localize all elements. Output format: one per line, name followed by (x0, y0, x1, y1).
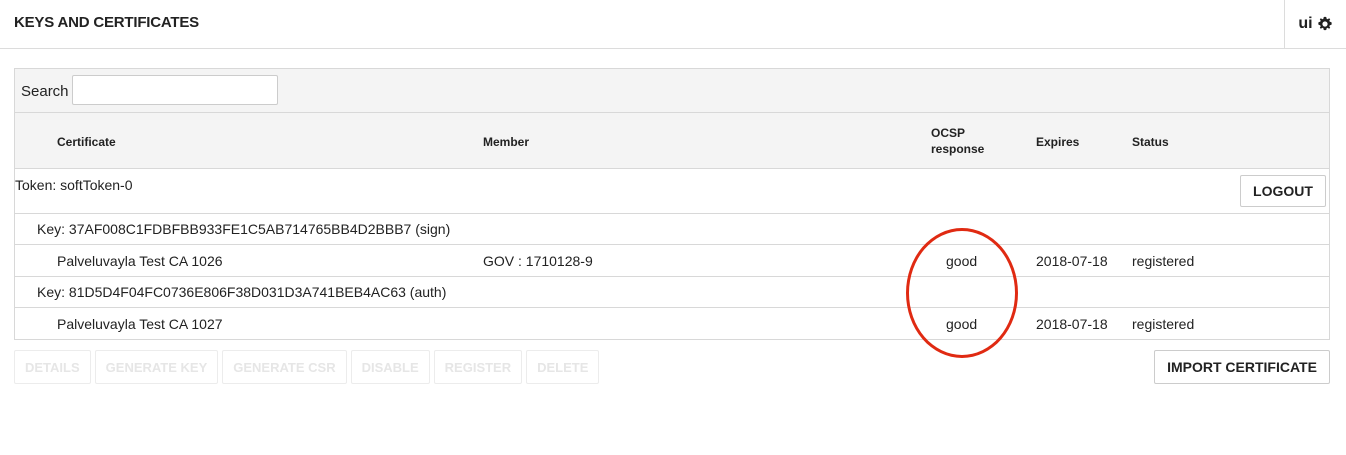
certificate-status: registered (1132, 316, 1195, 332)
column-header-member[interactable]: Member (483, 135, 529, 149)
token-row[interactable]: Token: softToken-0 LOGOUT (15, 169, 1329, 214)
certificate-expires: 2018-07-18 (1036, 253, 1108, 269)
certificate-status: registered (1132, 253, 1195, 269)
certificate-name: Palveluvayla Test CA 1027 (57, 316, 223, 332)
logout-button[interactable]: LOGOUT (1240, 175, 1326, 207)
key-row[interactable]: Key: 37AF008C1FDBFBB933FE1C5AB714765BB4D… (15, 214, 1329, 245)
search-label: Search (21, 83, 69, 100)
column-header-expires[interactable]: Expires (1036, 135, 1079, 149)
user-name: ui (1298, 15, 1313, 32)
generate-csr-button[interactable]: GENERATE CSR (222, 350, 347, 384)
action-bar: DETAILS GENERATE KEY GENERATE CSR DISABL… (14, 350, 600, 384)
column-header-ocsp[interactable]: OCSP response (931, 125, 991, 157)
key-label: Key: 37AF008C1FDBFBB933FE1C5AB714765BB4D… (37, 221, 451, 237)
user-menu[interactable]: ui (1284, 0, 1346, 48)
key-label: Key: 81D5D4F04FC0736E806F38D031D3A741BEB… (37, 284, 447, 300)
keys-panel: Search Certificate Member OCSP response … (14, 68, 1330, 340)
certificate-member: GOV : 1710128-9 (483, 253, 593, 269)
certificate-row[interactable]: Palveluvayla Test CA 1027 good 2018-07-1… (15, 308, 1329, 340)
certificate-expires: 2018-07-18 (1036, 316, 1108, 332)
search-bar: Search (15, 69, 1329, 113)
disable-button[interactable]: DISABLE (350, 350, 430, 384)
register-button[interactable]: REGISTER (433, 350, 523, 384)
column-header-certificate[interactable]: Certificate (57, 135, 116, 149)
delete-button[interactable]: DELETE (526, 350, 600, 384)
generate-key-button[interactable]: GENERATE KEY (94, 350, 219, 384)
gear-icon (1317, 16, 1332, 31)
ocsp-response: good (946, 316, 978, 332)
import-certificate-button[interactable]: IMPORT CERTIFICATE (1154, 350, 1330, 384)
token-label: Token: softToken-0 (15, 177, 133, 193)
details-button[interactable]: DETAILS (14, 350, 91, 384)
table-header: Certificate Member OCSP response Expires… (15, 113, 1329, 169)
page-header: KEYS AND CERTIFICATES ui (0, 0, 1346, 49)
search-input[interactable] (72, 75, 278, 105)
ocsp-response: good (946, 253, 978, 269)
certificate-row[interactable]: Palveluvayla Test CA 1026 GOV : 1710128-… (15, 245, 1329, 277)
page-title: KEYS AND CERTIFICATES (14, 14, 199, 31)
certificate-name: Palveluvayla Test CA 1026 (57, 253, 223, 269)
column-header-status[interactable]: Status (1132, 135, 1169, 149)
key-row[interactable]: Key: 81D5D4F04FC0736E806F38D031D3A741BEB… (15, 277, 1329, 308)
